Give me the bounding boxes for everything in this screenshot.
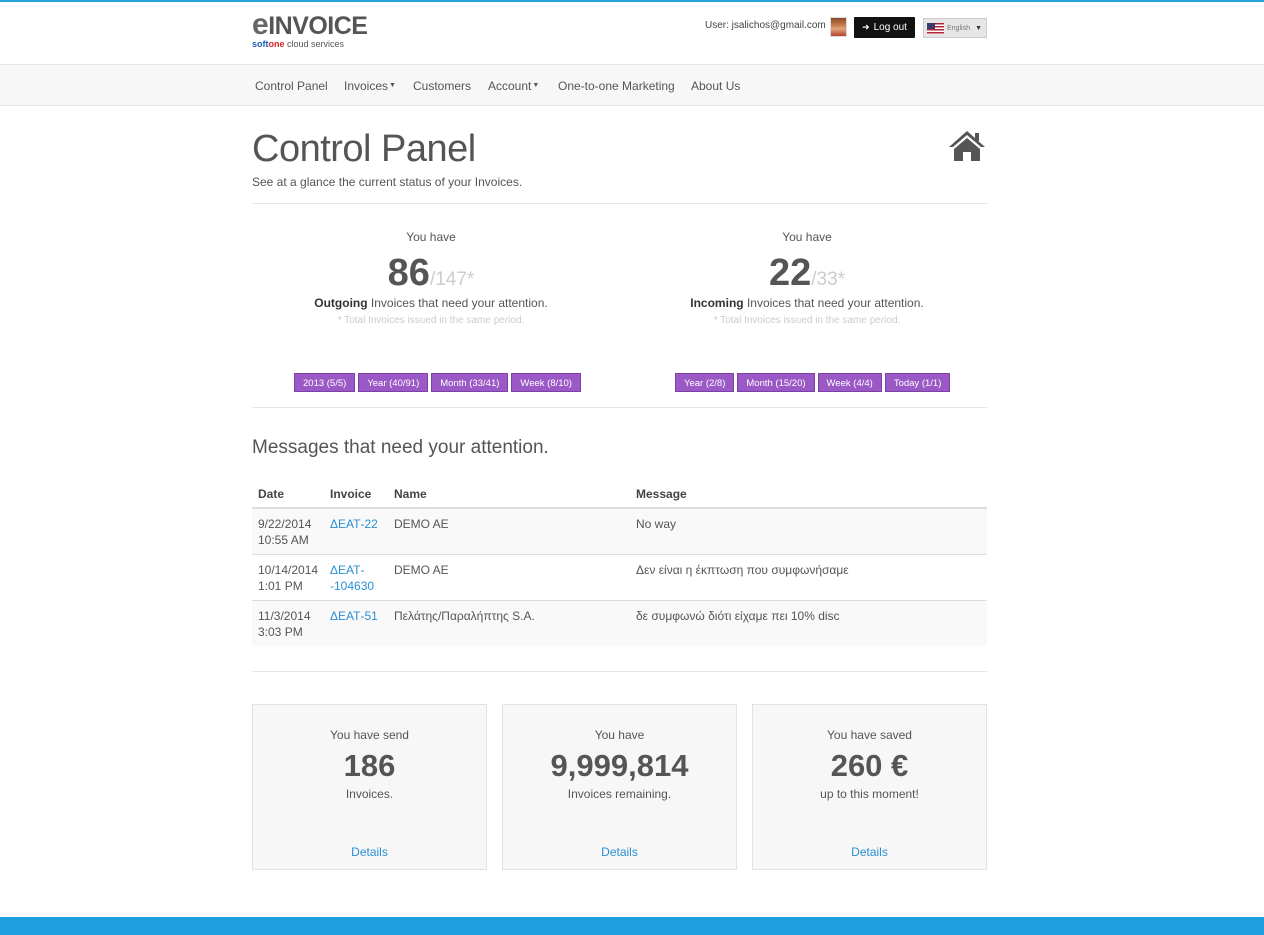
nav-item-customers[interactable]: Customers (413, 79, 471, 93)
outgoing-type: Outgoing (314, 296, 368, 310)
nav-item-invoices[interactable]: Invoices▼ (344, 79, 396, 93)
einvoice-logo[interactable]: eINVOICE softone cloud services (252, 10, 372, 52)
cell-invoice: ΔΕΑΤ-51 (324, 600, 388, 646)
card-description: Invoices. (345, 787, 394, 801)
home-icon[interactable] (948, 130, 986, 162)
logo-sub-one: one (268, 39, 285, 49)
filter-button[interactable]: 2013 (5/5) (294, 373, 356, 392)
cell-name: Πελάτης/Παραλήπτης S.A. (388, 600, 630, 646)
us-flag-icon (927, 22, 944, 34)
cell-date: 11/3/2014 3:03 PM (252, 600, 324, 646)
outgoing-you-have: You have (406, 230, 456, 244)
logo-e: e (252, 8, 269, 41)
messages-table: Date Invoice Name Message 9/22/2014 10:55… (252, 480, 987, 646)
card-description: up to this moment! (820, 787, 919, 801)
logo-text: INVOICE (268, 12, 368, 40)
divider (252, 407, 987, 408)
divider (252, 203, 987, 204)
table-row[interactable]: 10/14/2014 1:01 PM ΔΕΑΤ- -104630 DEMO AE Δ… (252, 554, 987, 601)
cell-message: Δεν είναι η έκπτωση που συμφωνήσαμε (630, 554, 987, 601)
outgoing-stats: You have 86/147* Outgoing Invoices that … (251, 230, 611, 326)
incoming-total: /33* (811, 269, 846, 290)
logout-label: Log out (873, 22, 907, 33)
user-email: User: jsalichos@gmail.com (705, 20, 826, 31)
incoming-desc: Invoices that need your attention. (743, 296, 924, 310)
nav-item-control-panel[interactable]: Control Panel (255, 79, 328, 93)
filter-button[interactable]: Week (4/4) (817, 373, 882, 392)
logo-sub-rest: cloud services (284, 39, 345, 49)
logo-sub-soft: soft (252, 39, 269, 49)
filter-button[interactable]: Month (33/41) (431, 373, 509, 392)
details-link[interactable]: Details (753, 845, 986, 859)
outgoing-note: * Total Invoices issued in the same peri… (337, 315, 525, 326)
footer-bar (0, 917, 1264, 935)
card-number: 260 € (830, 748, 909, 783)
divider (252, 671, 987, 672)
incoming-stats: You have 22/33* Incoming Invoices that n… (627, 230, 987, 326)
invoice-link[interactable]: ΔΕΑΤ-22 (330, 517, 378, 531)
card-number: 186 (343, 748, 396, 783)
card-caption: You have send (330, 728, 409, 742)
incoming-you-have: You have (782, 230, 832, 244)
filter-button[interactable]: Month (15/20) (737, 373, 815, 392)
cell-name: DEMO AE (388, 507, 630, 555)
invoice-link[interactable]: ΔΕΑΤ-51 (330, 609, 378, 623)
caret-down-icon: ▼ (389, 82, 396, 89)
incoming-count: 22 (768, 252, 812, 294)
chevron-down-icon: ▼ (975, 24, 982, 32)
language-label: English (947, 24, 970, 32)
filter-button[interactable]: Year (2/8) (675, 373, 735, 392)
outgoing-count: 86 (387, 252, 430, 294)
table-row[interactable]: 9/22/2014 10:55 AM ΔΕΑΤ-22 DEMO AE No way (252, 507, 987, 555)
column-header-message[interactable]: Message (630, 480, 987, 509)
details-link[interactable]: Details (253, 845, 486, 859)
language-select[interactable]: English ▼ (923, 18, 987, 38)
cell-invoice: ΔΕΑΤ- -104630 (324, 554, 388, 601)
cell-invoice: ΔΕΑΤ-22 (324, 507, 388, 555)
cell-date: 10/14/2014 1:01 PM (252, 554, 324, 601)
cell-name: DEMO AE (388, 554, 630, 601)
outgoing-desc: Invoices that need your attention. (367, 296, 548, 310)
sent-invoices-card: You have send 186 Invoices. Details (252, 704, 487, 870)
page-subtitle: See at a glance the current status of yo… (252, 175, 523, 189)
card-caption: You have saved (827, 728, 912, 742)
column-header-date[interactable]: Date (252, 480, 324, 509)
logout-icon: ➜ (862, 22, 870, 32)
details-link[interactable]: Details (503, 845, 736, 859)
messages-title: Messages that need your attention. (252, 437, 549, 458)
incoming-filters: Year (2/8) Month (15/20) Week (4/4) Toda… (675, 373, 951, 392)
card-description: Invoices remaining. (567, 787, 672, 801)
logout-button[interactable]: ➜ Log out (854, 17, 915, 38)
card-number: 9,999,814 (550, 748, 689, 783)
cell-message: No way (630, 507, 987, 555)
cell-message: δε συμφωνώ διότι είχαμε πει 10% disc (630, 600, 987, 646)
remaining-invoices-card: You have 9,999,814 Invoices remaining. D… (502, 704, 737, 870)
nav-item-account[interactable]: Account▼ (488, 79, 539, 93)
cell-date: 9/22/2014 10:55 AM (252, 507, 324, 555)
page-title: Control Panel (252, 128, 476, 170)
column-header-invoice[interactable]: Invoice (324, 480, 388, 509)
invoice-link[interactable]: ΔΕΑΤ- -104630 (330, 563, 374, 593)
caret-down-icon: ▼ (532, 82, 540, 89)
filter-button[interactable]: Year (40/91) (358, 373, 429, 392)
main-nav: Control Panel Invoices▼ Customers Accoun… (0, 64, 1264, 106)
header: eINVOICE softone cloud services User: js… (0, 2, 1264, 64)
column-header-name[interactable]: Name (388, 480, 630, 509)
filter-button[interactable]: Week (8/10) (511, 373, 581, 392)
outgoing-filters: 2013 (5/5) Year (40/91) Month (33/41) We… (294, 373, 581, 392)
nav-item-about-us[interactable]: About Us (691, 79, 740, 93)
filter-button[interactable]: Today (1/1) (884, 373, 951, 392)
incoming-type: Incoming (690, 296, 744, 310)
table-header-row: Date Invoice Name Message (252, 480, 987, 509)
table-row[interactable]: 11/3/2014 3:03 PM ΔΕΑΤ-51 Πελάτης/Παραλήπ… (252, 600, 987, 646)
avatar[interactable] (830, 17, 847, 37)
incoming-note: * Total Invoices issued in the same peri… (713, 315, 901, 326)
outgoing-total: /147* (429, 269, 475, 290)
savings-card: You have saved 260 € up to this moment! … (752, 704, 987, 870)
nav-item-marketing[interactable]: One-to-one Marketing (558, 79, 675, 93)
card-caption: You have (594, 728, 645, 742)
